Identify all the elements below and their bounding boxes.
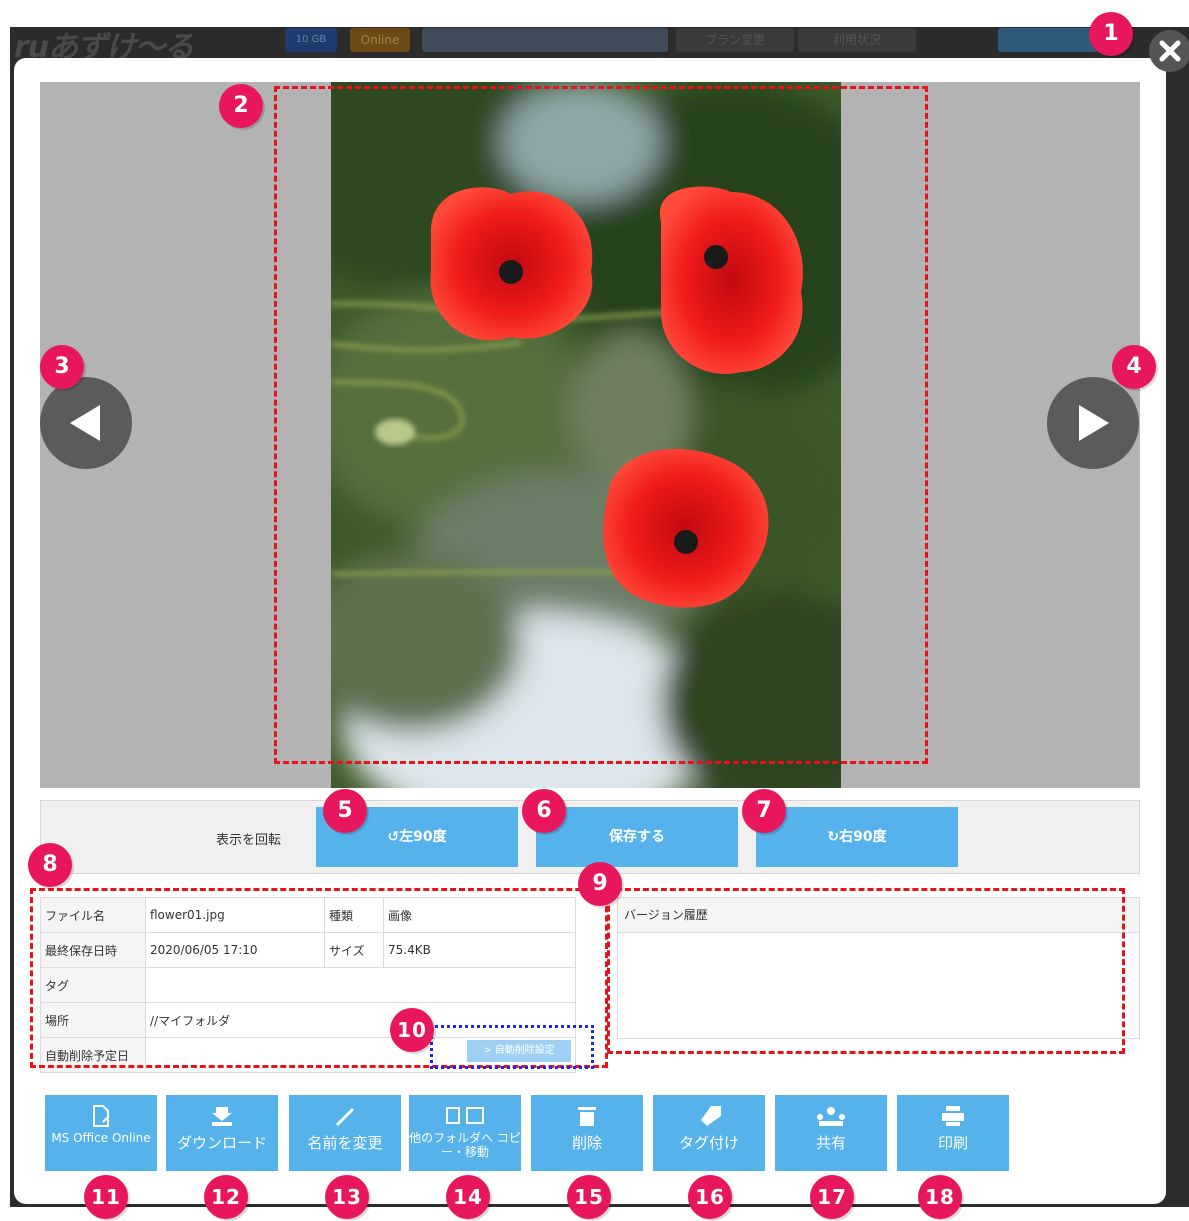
rotate-right-button[interactable]: ↻右90度 — [756, 807, 958, 867]
ms-office-online-label: MS Office Online — [51, 1131, 151, 1145]
callout-badge: 2 — [219, 84, 263, 128]
callout-badge: 12 — [204, 1175, 248, 1219]
close-button[interactable] — [1149, 30, 1189, 72]
callout-badge: 3 — [40, 345, 84, 389]
previous-image-button[interactable] — [40, 377, 132, 469]
version-highlight-box — [607, 888, 1125, 1054]
usage-button: 利用状況 — [798, 28, 916, 52]
pencil-icon — [335, 1107, 355, 1127]
download-button[interactable]: ダウンロード — [166, 1095, 278, 1171]
callout-badge: 10 — [390, 1008, 434, 1052]
callout-badge: 7 — [742, 789, 786, 833]
callout-badge: 17 — [810, 1175, 854, 1219]
rotate-left-icon: ↺ — [387, 829, 400, 845]
rotate-label: 表示を回転 — [216, 833, 282, 848]
share-icon — [817, 1107, 845, 1126]
rename-button[interactable]: 名前を変更 — [289, 1095, 401, 1171]
preview-highlight-box — [274, 86, 928, 764]
rotate-right-icon: ↻ — [827, 829, 840, 845]
copy-move-label: 他のフォルダへ コピー・移動 — [409, 1131, 521, 1159]
next-image-button[interactable] — [1047, 377, 1139, 469]
callout-badge: 5 — [323, 789, 367, 833]
share-button[interactable]: 共有 — [775, 1095, 887, 1171]
copy-move-button[interactable]: 他のフォルダへ コピー・移動 — [409, 1095, 521, 1171]
print-button[interactable]: 印刷 — [897, 1095, 1009, 1171]
callout-badge: 9 — [578, 862, 622, 906]
callout-badge: 1 — [1089, 12, 1133, 56]
delete-label: 削除 — [571, 1134, 602, 1152]
callout-badge: 16 — [688, 1175, 732, 1219]
callout-badge: 13 — [325, 1175, 369, 1219]
background-search — [422, 28, 668, 52]
version-history-scrollbar[interactable] — [1127, 933, 1139, 1037]
auto-delete-highlight-box — [430, 1025, 594, 1069]
copy-move-icon — [446, 1107, 484, 1124]
rename-label: 名前を変更 — [307, 1134, 383, 1152]
download-icon — [212, 1107, 232, 1126]
save-rotation-button[interactable]: 保存する — [536, 807, 738, 867]
triangle-left-icon — [70, 405, 100, 441]
tag-icon — [701, 1106, 721, 1126]
callout-badge: 4 — [1112, 345, 1156, 389]
share-label: 共有 — [815, 1134, 846, 1152]
callout-badge: 8 — [28, 843, 72, 887]
trash-icon — [578, 1107, 596, 1126]
ms-office-online-button[interactable]: MS Office Online — [45, 1095, 157, 1171]
background-menu-button — [998, 28, 1098, 52]
delete-button[interactable]: 削除 — [531, 1095, 643, 1171]
callout-badge: 11 — [84, 1175, 128, 1219]
close-icon — [1159, 40, 1181, 62]
plan-change-button: プラン変更 — [676, 28, 794, 52]
triangle-right-icon — [1079, 405, 1109, 441]
online-badge: Online — [350, 28, 410, 52]
office-document-icon — [93, 1105, 110, 1127]
storage-badge: 10 GB — [285, 28, 337, 52]
printer-icon — [942, 1106, 964, 1126]
callout-badge: 15 — [567, 1175, 611, 1219]
download-label: ダウンロード — [176, 1134, 267, 1152]
tag-button[interactable]: タグ付け — [653, 1095, 765, 1171]
print-label: 印刷 — [937, 1134, 968, 1152]
callout-badge: 6 — [522, 789, 566, 833]
tag-label-text: タグ付け — [678, 1134, 739, 1152]
callout-badge: 14 — [446, 1175, 490, 1219]
callout-badge: 18 — [918, 1175, 962, 1219]
